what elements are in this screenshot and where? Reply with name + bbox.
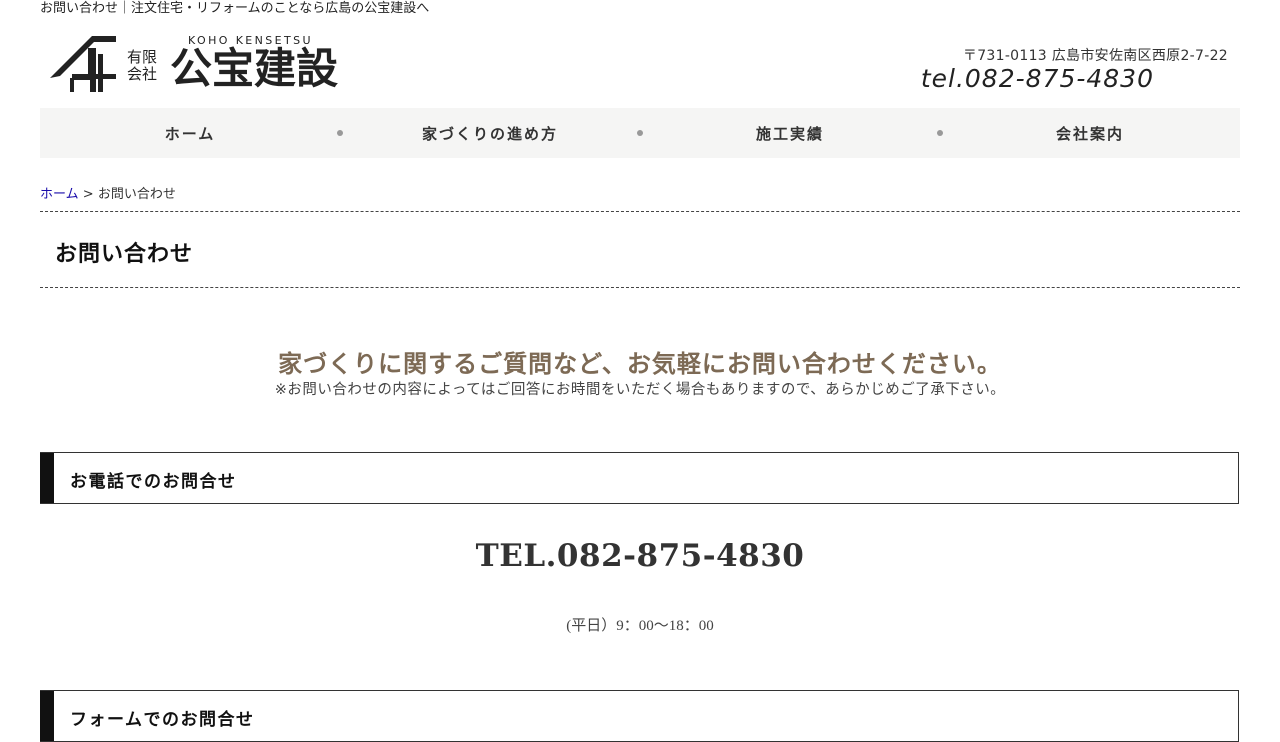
- form-section-heading-text: フォームでのお問合せ: [70, 710, 255, 730]
- nav-separator-dot: [337, 130, 343, 136]
- header-tagline: お問い合わせ｜注文住宅・リフォームのことなら広島の公宝建設へ: [40, 1, 430, 16]
- business-hours: (平日）9：00～18：00: [566, 618, 714, 634]
- breadcrumb-current: お問い合わせ: [97, 187, 176, 202]
- company-logo[interactable]: KOHO KENSETSU 有限 会社 公宝建設: [50, 34, 350, 94]
- logo-company-type-line1: 有限: [127, 48, 158, 66]
- header-address: 〒731-0113 広島市安佐南区西原2-7-22: [962, 48, 1228, 64]
- nav-item-works[interactable]: 施工実績: [640, 108, 940, 158]
- heading-accent-bar: [40, 691, 54, 741]
- heading-accent-bar: [40, 453, 54, 503]
- logo-company-type: 有限 会社: [127, 49, 157, 83]
- breadcrumb: ホーム > お問い合わせ: [40, 183, 176, 202]
- logo-company-type-line2: 会社: [127, 65, 158, 83]
- nav-item-label: 施工実績: [755, 124, 824, 143]
- contact-note-text: ※お問い合わせの内容によってはご回答にお時間をいただく場合もありますので、あらか…: [274, 382, 1006, 398]
- house-logo-icon: [50, 36, 116, 92]
- title-top-rule: [40, 211, 1240, 212]
- nav-item-process[interactable]: 家づくりの進め方: [340, 108, 640, 158]
- breadcrumb-separator: >: [82, 187, 94, 202]
- form-section-heading: フォームでのお問合せ: [40, 690, 1239, 742]
- nav-separator-dot: [937, 130, 943, 136]
- nav-separator-dot: [637, 130, 643, 136]
- nav-item-label: 会社案内: [1055, 124, 1124, 143]
- logo-company-name: 公宝建設: [170, 44, 339, 93]
- nav-item-label: 家づくりの進め方: [421, 124, 558, 143]
- global-nav: ホーム 家づくりの進め方 施工実績 会社案内: [40, 108, 1240, 158]
- page-title: お問い合わせ: [55, 242, 194, 267]
- header-tel[interactable]: tel.082-875-4830: [921, 64, 1154, 93]
- phone-section-heading-text: お電話でのお問合せ: [70, 472, 237, 492]
- nav-item-home[interactable]: ホーム: [40, 108, 340, 158]
- nav-item-label: ホーム: [164, 124, 216, 143]
- nav-item-company[interactable]: 会社案内: [940, 108, 1240, 158]
- title-bottom-rule: [40, 287, 1240, 288]
- phone-number[interactable]: TEL.082-875-4830: [40, 538, 1240, 574]
- contact-lead-text: 家づくりに関するご質問など、お気軽にお問い合わせください。: [278, 350, 1002, 378]
- breadcrumb-home-link[interactable]: ホーム: [40, 187, 79, 202]
- phone-section-heading: お電話でのお問合せ: [40, 452, 1239, 504]
